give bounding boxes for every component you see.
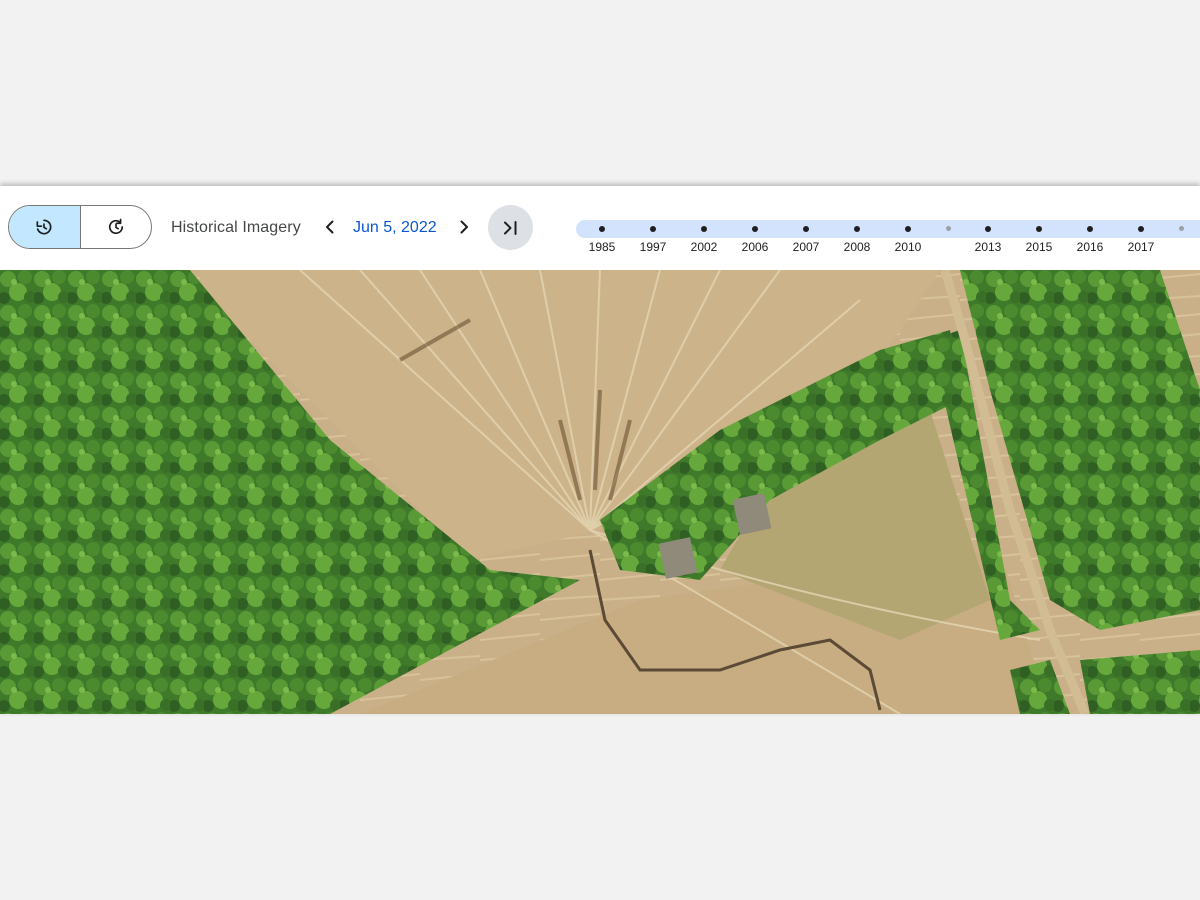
current-view-button[interactable] — [79, 206, 152, 248]
previous-date-button[interactable] — [319, 216, 341, 238]
timeline-year-label: 2016 — [1076, 240, 1104, 254]
historical-imagery-panel: Historical Imagery Jun 5, 2022 1985 1997… — [0, 186, 1200, 714]
current-imagery-date[interactable]: Jun 5, 2022 — [353, 219, 437, 237]
timeline-year-label: 2002 — [690, 240, 718, 254]
historical-view-button[interactable] — [9, 206, 80, 248]
timeline-dot — [1138, 226, 1144, 232]
timeline-dot — [854, 226, 860, 232]
timeline-dot — [1178, 226, 1184, 231]
timeline-year-label: 2017 — [1127, 240, 1155, 254]
timeline-dot — [599, 226, 605, 232]
chevron-right-icon — [460, 220, 468, 234]
timeline-dot — [701, 226, 707, 232]
timeline-dot — [752, 226, 758, 232]
imagery-toolbar: Historical Imagery Jun 5, 2022 1985 1997… — [0, 186, 1200, 270]
timeline-dot — [945, 226, 951, 231]
timeline-year-label: 2008 — [843, 240, 871, 254]
imagery-timeline[interactable]: 1985 1997 2002 2006 2007 2008 2010 2013 … — [576, 220, 1200, 254]
timeline-year-label: 2007 — [792, 240, 820, 254]
view-mode-toggle — [8, 205, 152, 249]
timeline-dot — [1036, 226, 1042, 232]
timeline-year-label: 2006 — [741, 240, 769, 254]
timeline-year-label: 1997 — [639, 240, 667, 254]
timeline-year-label: 2013 — [974, 240, 1002, 254]
chevron-left-icon — [326, 220, 334, 234]
timeline-dot — [1087, 226, 1093, 232]
satellite-map[interactable] — [0, 270, 1200, 714]
next-date-button[interactable] — [453, 216, 475, 238]
satellite-imagery — [0, 270, 1200, 714]
timeline-year-label: 1985 — [588, 240, 616, 254]
history-icon — [36, 219, 52, 235]
timeline-year-label: 2015 — [1025, 240, 1053, 254]
skip-to-latest-icon — [503, 220, 516, 235]
timeline-dot — [803, 226, 809, 232]
timeline-dot — [650, 226, 656, 232]
timeline-dot — [905, 226, 911, 232]
timeline-dot — [985, 226, 991, 232]
historical-imagery-label: Historical Imagery — [171, 219, 301, 236]
timeline-year-label: 2010 — [894, 240, 922, 254]
jump-to-latest-button[interactable] — [488, 205, 533, 250]
refresh-icon — [108, 218, 123, 235]
